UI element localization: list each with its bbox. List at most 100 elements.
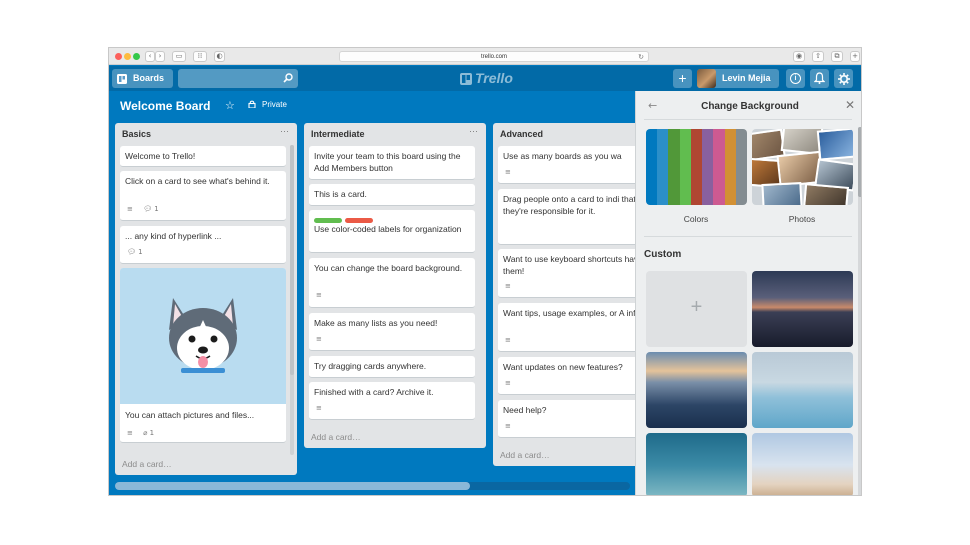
add-card-button[interactable]: Add a card… — [311, 432, 361, 442]
color-swatches — [646, 129, 747, 205]
description-icon: ≡ — [316, 404, 322, 412]
custom-background-ocean-dusk[interactable] — [646, 352, 747, 428]
card-badges: ≡ — [316, 402, 322, 414]
description-icon: ≡ — [505, 379, 511, 387]
card-badges: ≡ 💬︎ 1 — [127, 203, 159, 215]
visibility-label: Private — [262, 100, 287, 109]
color-swatch — [702, 129, 714, 205]
boards-button[interactable]: Boards — [112, 69, 173, 88]
custom-background-dunes[interactable] — [752, 433, 853, 495]
close-icon[interactable]: ✕ — [845, 98, 855, 112]
card[interactable]: ... any kind of hyperlink ... 💬︎ 1 — [120, 226, 286, 264]
zoom-window-button[interactable] — [133, 53, 140, 60]
new-tab-button[interactable]: + — [850, 51, 860, 62]
card-title: Need help? — [503, 405, 547, 415]
list-title[interactable]: Basics — [122, 129, 151, 139]
custom-background-teal-water[interactable] — [646, 433, 747, 495]
bell-icon — [814, 72, 825, 84]
card-title: Try dragging cards anywhere. — [314, 361, 427, 371]
list-menu-icon[interactable]: ··· — [469, 126, 478, 136]
description-icon: ≡ — [316, 291, 322, 299]
description-icon: ≡ — [505, 336, 511, 344]
card-badges: ≡ — [316, 333, 322, 345]
card[interactable]: Finished with a card? Archive it. ≡ — [309, 382, 475, 420]
custom-background-sunset[interactable] — [752, 271, 853, 347]
card[interactable]: Use color-coded labels for organization — [309, 210, 475, 253]
lock-icon — [248, 100, 256, 108]
card[interactable]: Invite your team to this board using the… — [309, 146, 475, 180]
card-title: ... any kind of hyperlink ... — [125, 231, 222, 241]
card-title: This is a card. — [314, 189, 367, 199]
add-button[interactable]: + — [673, 69, 692, 88]
card-title: Invite your team to this board using the… — [314, 151, 461, 173]
divider — [644, 236, 852, 237]
back-button[interactable]: ‹ — [145, 51, 155, 62]
panel-title: Change Background — [701, 101, 799, 112]
card-title: Drag people onto a card to indi that the… — [503, 194, 636, 216]
search-icon[interactable] — [283, 73, 293, 83]
download-icon[interactable]: ◉ — [793, 51, 805, 62]
board-title[interactable]: Welcome Board — [120, 99, 210, 113]
notifications-button[interactable] — [810, 69, 829, 88]
color-swatch — [657, 129, 669, 205]
card[interactable]: Try dragging cards anywhere. — [309, 356, 475, 378]
description-icon: ≡ — [316, 335, 322, 343]
card[interactable]: This is a card. — [309, 184, 475, 206]
colors-tile[interactable] — [646, 129, 747, 205]
add-card-button[interactable]: Add a card… — [122, 459, 172, 469]
red-label — [345, 218, 373, 223]
card[interactable]: You can attach pictures and files... ≡ ⌀… — [120, 268, 286, 443]
panel-scrollbar-thumb[interactable] — [858, 127, 861, 197]
privacy-icon[interactable]: ◐ — [214, 51, 225, 62]
sidebar-toggle-icon[interactable]: ▭ — [172, 51, 186, 62]
divider — [644, 119, 852, 120]
list-menu-icon[interactable]: ··· — [280, 126, 289, 136]
color-swatch — [668, 129, 680, 205]
share-icon[interactable]: ⇧ — [812, 51, 824, 62]
trello-logo-icon — [460, 73, 472, 85]
info-button[interactable]: i — [786, 69, 805, 88]
card-badges: 💬︎ 1 — [127, 246, 143, 258]
member-menu-button[interactable]: Levin Mejia — [697, 69, 779, 88]
description-icon: ≡ — [505, 168, 511, 176]
forward-button[interactable]: › — [155, 51, 165, 62]
color-swatch — [713, 129, 725, 205]
tab-overview-icon[interactable]: ⁞⁞ — [193, 51, 207, 62]
card[interactable]: Welcome to Trello! — [120, 146, 286, 167]
card-badges: ≡ — [505, 377, 511, 389]
color-swatch — [735, 129, 747, 205]
custom-background-sea-mist[interactable] — [752, 352, 853, 428]
search-input[interactable] — [178, 69, 298, 88]
color-swatch — [690, 129, 703, 205]
close-window-button[interactable] — [115, 53, 122, 60]
tabs-icon[interactable]: ⧉ — [831, 51, 843, 62]
plus-icon: + — [690, 296, 703, 318]
list-scrollbar-thumb[interactable] — [290, 145, 294, 375]
list-basics: Basics ··· Welcome to Trello! Click on a… — [115, 123, 297, 475]
info-icon: i — [790, 73, 801, 84]
minimize-window-button[interactable] — [124, 53, 131, 60]
card-title: You can attach pictures and files... — [125, 410, 255, 420]
browser-toolbar: ‹ › ▭ ⁞⁞ ◐ trello.com ↻ ◉ ⇧ ⧉ + — [109, 48, 861, 65]
add-custom-background-button[interactable]: + — [646, 271, 747, 347]
description-icon: ≡ — [127, 205, 133, 213]
color-swatch — [679, 129, 691, 205]
list-title[interactable]: Advanced — [500, 129, 543, 139]
photos-tile[interactable] — [752, 129, 853, 205]
settings-button[interactable] — [834, 69, 853, 88]
card-badges: ≡ — [505, 334, 511, 346]
card[interactable]: You can change the board background. ≡ — [309, 258, 475, 308]
board-scrollbar-thumb[interactable] — [115, 482, 470, 490]
card-badges: ≡ ⌀ 1 — [127, 427, 154, 439]
address-bar[interactable]: trello.com ↻ — [339, 51, 649, 62]
list-title[interactable]: Intermediate — [311, 129, 365, 139]
add-card-button[interactable]: Add a card… — [500, 450, 550, 460]
app-header: Boards Trello + Levin Mejia i — [109, 66, 861, 91]
card-badges: ≡ — [505, 166, 511, 178]
star-icon[interactable]: ☆ — [225, 99, 235, 112]
card[interactable]: Click on a card to see what's behind it.… — [120, 171, 286, 221]
card-title: Want to use keyboard shortcuts have them… — [503, 254, 644, 276]
card[interactable]: Make as many lists as you need! ≡ — [309, 313, 475, 351]
url-text: trello.com — [480, 54, 507, 60]
reload-icon[interactable]: ↻ — [638, 52, 644, 62]
